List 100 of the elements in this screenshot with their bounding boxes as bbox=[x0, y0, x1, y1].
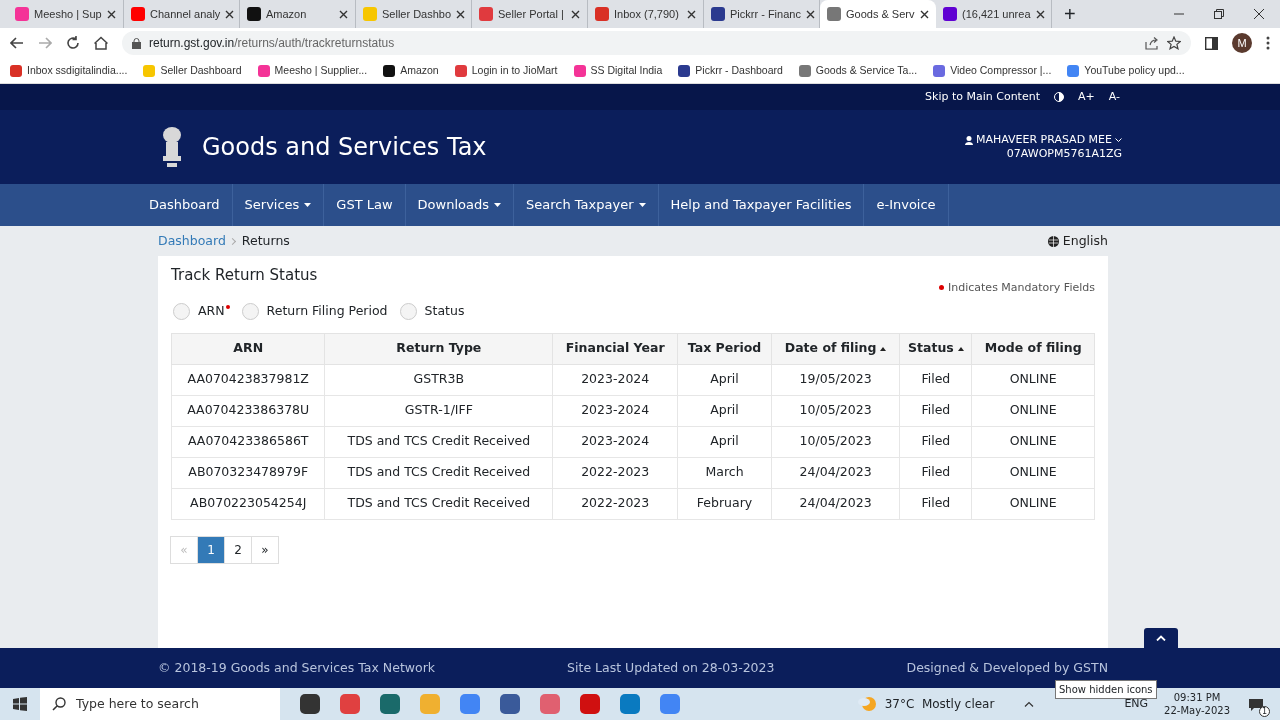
table-cell: TDS and TCS Credit Received bbox=[324, 426, 553, 458]
table-cell: Filed bbox=[899, 364, 972, 396]
table-cell: 10/05/2023 bbox=[771, 426, 900, 458]
font-decrease-link[interactable]: A- bbox=[1108, 88, 1120, 106]
table-cell: Filed bbox=[899, 395, 972, 427]
back-to-top-button[interactable] bbox=[1144, 628, 1178, 648]
new-tab-button[interactable]: + bbox=[1052, 0, 1088, 29]
next-page-link[interactable]: » bbox=[251, 535, 279, 564]
credit-text: Designed & Developed by GSTN bbox=[906, 658, 1108, 677]
lock-icon bbox=[132, 37, 141, 49]
user-menu[interactable]: MAHAVEER PRASAD MEE bbox=[964, 133, 1122, 147]
favicon-icon bbox=[827, 7, 841, 21]
favicon-icon bbox=[595, 7, 609, 21]
bookmark[interactable]: Pickrr - Dashboard bbox=[678, 62, 783, 79]
skip-link[interactable]: Skip to Main Content bbox=[925, 88, 1040, 106]
favicon-icon bbox=[131, 7, 145, 21]
table-cell: AA070423837981Z bbox=[171, 364, 325, 396]
weather-text[interactable]: 37°C Mostly clear bbox=[884, 695, 995, 713]
bookmark[interactable]: SS Digital India bbox=[573, 62, 663, 79]
close-icon[interactable] bbox=[805, 9, 815, 19]
restore-icon[interactable] bbox=[1214, 9, 1224, 19]
favicon-icon bbox=[479, 7, 493, 21]
start-icon[interactable] bbox=[13, 697, 27, 711]
nav-link[interactable]: Help and Taxpayer Facilities bbox=[658, 184, 865, 226]
bookmark[interactable]: Goods & Service Ta... bbox=[798, 62, 918, 79]
nav-link[interactable]: e-Invoice bbox=[864, 184, 949, 226]
favicon-icon bbox=[15, 7, 29, 21]
radio-option[interactable]: Return Filing Period bbox=[241, 302, 388, 321]
share-icon[interactable] bbox=[1145, 36, 1159, 50]
tooltip: Show hidden icons bbox=[1055, 680, 1157, 699]
radio-option[interactable]: Status bbox=[399, 302, 465, 321]
table-cell: 10/05/2023 bbox=[771, 395, 900, 427]
nav-link[interactable]: GST Law bbox=[324, 184, 406, 226]
table-cell: 2023-2024 bbox=[552, 426, 678, 458]
bookmark[interactable]: Meesho | Supplier... bbox=[257, 62, 368, 79]
contrast-icon[interactable] bbox=[1054, 92, 1064, 102]
site-title: Goods and Services Tax bbox=[202, 132, 487, 162]
close-icon[interactable] bbox=[225, 9, 235, 19]
column-header: Return Type bbox=[324, 333, 553, 365]
clock[interactable]: 09:31 PM 22-May-2023 bbox=[1164, 691, 1230, 717]
side-panel-icon[interactable] bbox=[1205, 36, 1218, 50]
column-header[interactable]: Status bbox=[899, 333, 972, 365]
table-cell: TDS and TCS Credit Received bbox=[324, 457, 553, 489]
menu-icon[interactable] bbox=[1266, 36, 1270, 50]
close-icon[interactable] bbox=[107, 9, 116, 19]
url-text: return.gst.gov.in/returns/auth/trackreturnstatus bbox=[149, 35, 395, 52]
taskbar-search[interactable]: Type here to search bbox=[40, 688, 280, 720]
table-cell: AB070323478979F bbox=[171, 457, 325, 489]
table-cell: Filed bbox=[899, 488, 972, 520]
globe-icon bbox=[1047, 235, 1059, 247]
close-icon[interactable] bbox=[456, 9, 466, 19]
close-icon[interactable] bbox=[1254, 9, 1264, 19]
reload-icon[interactable] bbox=[66, 36, 80, 50]
column-header: Tax Period bbox=[677, 333, 772, 365]
notification-count: 1 bbox=[1259, 706, 1270, 717]
browser-tab[interactable]: Goods & Serv bbox=[820, 0, 936, 28]
table-cell: Filed bbox=[899, 457, 972, 489]
nav-link[interactable]: Downloads bbox=[405, 184, 514, 226]
close-icon[interactable] bbox=[687, 9, 696, 19]
close-icon[interactable] bbox=[1035, 9, 1045, 19]
bookmark[interactable]: YouTube policy upd... bbox=[1067, 62, 1185, 79]
bookmark[interactable]: Amazon bbox=[383, 62, 439, 79]
last-updated-text: Site Last Updated on 28-03-2023 bbox=[567, 658, 775, 677]
nav-link[interactable]: Services bbox=[232, 184, 325, 226]
back-icon[interactable] bbox=[10, 37, 24, 49]
language-selector[interactable]: English bbox=[1047, 231, 1108, 251]
table-cell: March bbox=[677, 457, 772, 489]
bookmark[interactable]: Seller Dashboard bbox=[143, 62, 242, 79]
table-cell: ONLINE bbox=[971, 395, 1095, 427]
gstin-text: 07AWOPM5761A1ZG bbox=[1005, 147, 1122, 161]
bookmark[interactable]: Video Compressor |... bbox=[933, 62, 1052, 79]
chevron-up-icon[interactable] bbox=[1024, 701, 1035, 707]
favicon-icon bbox=[711, 7, 725, 21]
close-icon[interactable] bbox=[571, 9, 580, 19]
taskbar-app-icon[interactable] bbox=[500, 694, 520, 714]
star-icon[interactable] bbox=[1167, 36, 1181, 50]
taskbar-app-icon[interactable] bbox=[380, 694, 400, 714]
chevron-up-icon bbox=[1156, 635, 1166, 641]
page-link[interactable]: 1 bbox=[197, 535, 225, 564]
nav-link[interactable]: Search Taxpayer bbox=[514, 184, 659, 226]
radio-option[interactable]: ARN bbox=[173, 302, 230, 321]
home-icon[interactable] bbox=[94, 36, 108, 50]
nav-link[interactable]: Dashboard bbox=[137, 184, 233, 226]
taskbar-app-icon[interactable] bbox=[300, 694, 320, 714]
close-icon[interactable] bbox=[920, 9, 929, 19]
bookmark[interactable]: Inbox ssdigitalindia.... bbox=[10, 62, 128, 79]
column-header[interactable]: Date of filing bbox=[771, 333, 900, 365]
page-link[interactable]: 2 bbox=[224, 535, 252, 564]
font-increase-link[interactable]: A+ bbox=[1078, 88, 1095, 106]
breadcrumb-link[interactable]: Dashboard bbox=[158, 231, 226, 251]
address-bar[interactable]: return.gst.gov.in/returns/auth/trackreturnstatus bbox=[122, 31, 1191, 55]
table-cell: ONLINE bbox=[971, 426, 1095, 458]
table-cell: Filed bbox=[899, 426, 972, 458]
bookmark[interactable]: Login in to JioMart bbox=[454, 62, 558, 79]
table-cell: 24/04/2023 bbox=[771, 488, 900, 520]
column-header: Financial Year bbox=[552, 333, 678, 365]
table-cell: 2023-2024 bbox=[552, 395, 678, 427]
profile-avatar[interactable]: M bbox=[1232, 33, 1252, 53]
close-icon[interactable] bbox=[339, 9, 348, 19]
taskbar-app-icon[interactable] bbox=[580, 694, 600, 714]
